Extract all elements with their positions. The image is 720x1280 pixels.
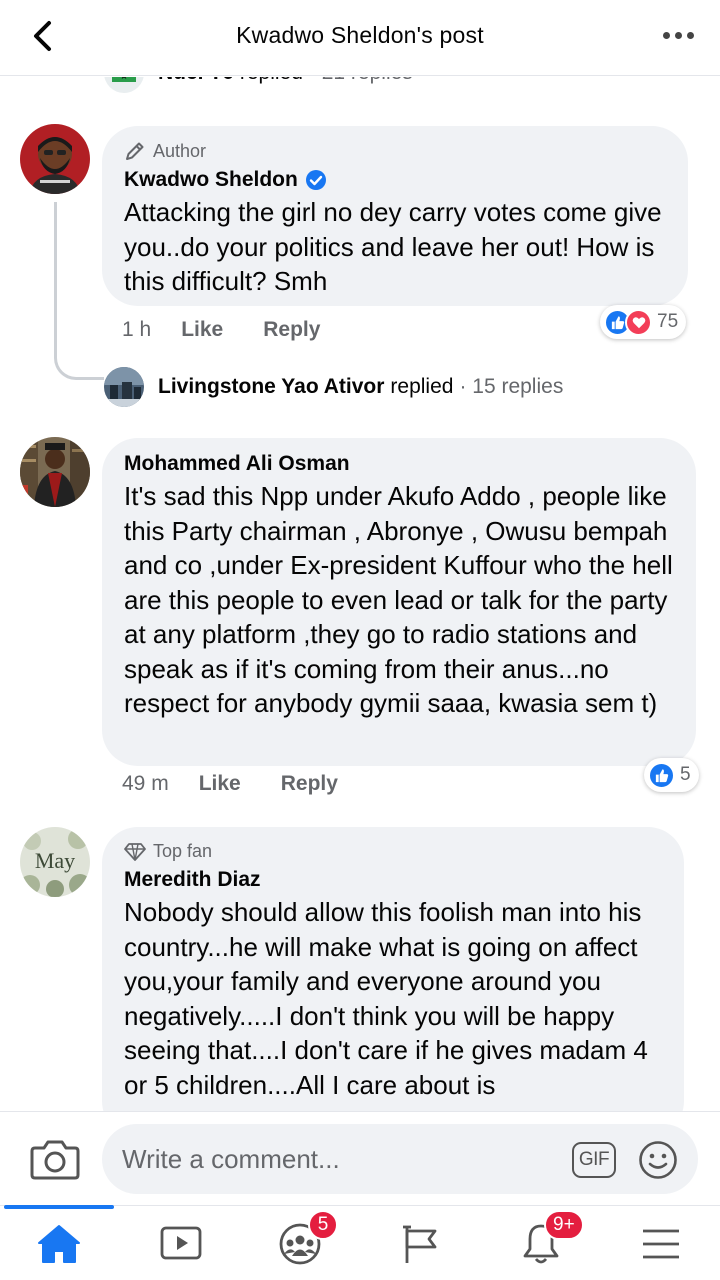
comment-text: It's sad this Npp under Akufo Addo , peo… [124,481,673,718]
tab-groups[interactable]: 5 [245,1206,355,1280]
thread-connector-line [54,202,104,380]
replies-summary-row[interactable]: Livingstone Yao Ativor replied · 15 repl… [104,367,563,407]
like-reaction-icon [648,761,675,789]
avatar-text: May [35,848,75,873]
reaction-count: 75 [657,311,679,332]
avatar [104,77,144,93]
commenter-name[interactable]: Kwadwo Sheldon [124,168,298,192]
reply-count: · 15 replies [459,375,564,398]
tab-home[interactable] [4,1206,114,1280]
hamburger-menu-icon [643,1229,679,1258]
more-dot-icon [686,31,694,39]
love-reaction-icon [625,308,652,336]
badge-label: Top fan [153,841,213,861]
video-icon [160,1226,202,1259]
camera-button[interactable] [30,1138,80,1180]
comment-composer: GIF [0,1111,720,1205]
replies-summary-row[interactable]: Nuel T6 replied · 21 replies [104,77,413,93]
reply-button[interactable]: Reply [281,772,338,796]
tab-menu[interactable] [606,1206,716,1280]
flag-icon [403,1225,437,1263]
more-dot-icon [674,31,682,39]
gif-button[interactable]: GIF [572,1142,616,1178]
comment-text: Nobody should allow this foolish man int… [124,897,648,1100]
like-button[interactable]: Like [199,772,241,796]
reply-count: · 21 replies [309,77,413,85]
top-navigation-bar: Kwadwo Sheldon's post [0,0,720,76]
reaction-summary[interactable]: 75 [600,305,687,339]
tab-pages[interactable] [366,1206,476,1280]
tab-watch[interactable] [126,1206,236,1280]
emoji-button[interactable] [638,1140,678,1180]
reaction-summary[interactable]: 5 [644,758,699,792]
page-title: Kwadwo Sheldon's post [236,22,484,48]
avatar [104,367,144,407]
reply-button[interactable]: Reply [263,318,320,342]
groups-notification-badge: 5 [308,1210,338,1240]
more-options-button[interactable] [658,20,698,50]
replied-label: replied [240,77,303,85]
avatar[interactable] [20,124,90,194]
replier-name[interactable]: Livingstone Yao Ativor [158,375,384,399]
replied-label: replied [390,375,454,398]
comment-actions: 49 m Like Reply [122,772,378,796]
comments-feed[interactable]: Nuel T6 replied · 21 replies Author Kwad… [0,77,720,1111]
commenter-name[interactable]: Meredith Diaz [124,868,261,892]
comment-actions: 1 h Like Reply [122,318,360,342]
smiley-icon [639,1141,677,1179]
tab-notifications[interactable]: 9+ [486,1206,596,1280]
home-icon [38,1224,80,1263]
pencil-icon [126,142,144,160]
reaction-count: 5 [680,764,691,785]
avatar[interactable] [20,437,90,507]
commenter-name[interactable]: Mohammed Ali Osman [124,452,350,476]
comment-bubble[interactable]: Mohammed Ali Osman It's sad this Npp und… [102,438,696,766]
comment-bubble[interactable]: Top fan Meredith Diaz Nobody should allo… [102,827,684,1111]
comment-bubble[interactable]: Author Kwadwo Sheldon Attacking the girl… [102,126,688,306]
comment-badge: Top fan [124,841,664,862]
notifications-badge: 9+ [544,1210,584,1240]
comment-badge: Author [124,140,668,162]
replier-name[interactable]: Nuel T6 [158,77,234,85]
badge-label: Author [153,140,207,161]
comment-time[interactable]: 49 m [122,772,169,796]
diamond-icon [124,842,146,861]
avatar[interactable]: May [20,827,90,897]
comment-text: Attacking the girl no dey carry votes co… [124,197,662,296]
more-dot-icon [662,31,670,39]
comment-time[interactable]: 1 h [122,318,151,342]
like-button[interactable]: Like [181,318,223,342]
bottom-tab-bar: 5 9+ [0,1205,720,1280]
camera-icon [30,1140,80,1180]
verified-badge-icon [305,170,326,190]
